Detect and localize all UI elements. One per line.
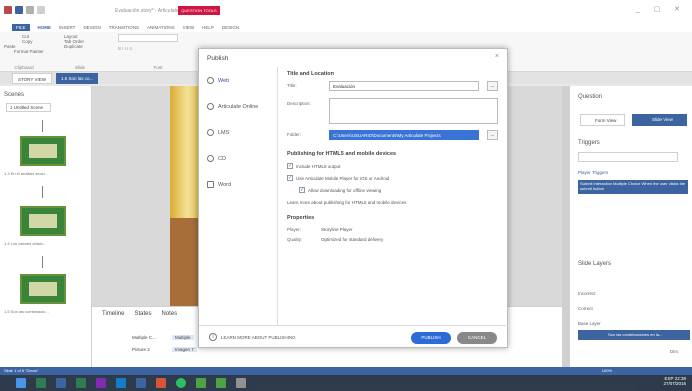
nav-word[interactable]: Word	[207, 181, 231, 188]
description-input[interactable]	[329, 98, 498, 124]
server-icon	[207, 129, 214, 136]
include-html5-checkbox[interactable]: ✓ Include HTML5 output	[287, 163, 340, 169]
nav-articulate-online[interactable]: Articulate Online	[207, 103, 258, 110]
publish-dialog: Publish × Web Articulate Online LMS CD W…	[198, 48, 509, 349]
properties-heading: Properties	[287, 215, 315, 221]
title-location-heading: Title and Location	[287, 71, 334, 77]
checkbox-label: Allow downloading for offline viewing	[308, 187, 382, 193]
dialog-title: Publish	[207, 55, 229, 62]
nav-lms[interactable]: LMS	[207, 129, 229, 136]
folder-browse-button[interactable]: ...	[487, 130, 498, 140]
document-icon	[207, 181, 214, 188]
learn-more-publishing-link[interactable]: i LEARN MORE ABOUT PUBLISHING	[209, 333, 296, 341]
folder-input[interactable]: C:\Users\USUARIO\Documents\My Articulate…	[329, 130, 479, 140]
player-value-link[interactable]: Storyline Player	[321, 227, 353, 232]
allow-download-checkbox[interactable]: ✓ Allow downloading for offline viewing	[299, 187, 381, 193]
globe-icon	[207, 77, 214, 84]
checkbox-checked: ✓	[287, 175, 293, 181]
nav-web[interactable]: Web	[207, 77, 229, 84]
title-browse-button[interactable]: ...	[487, 81, 498, 91]
folder-label: Folder:	[287, 132, 302, 137]
disc-icon	[207, 155, 214, 162]
nav-label: Articulate Online	[218, 103, 259, 110]
nav-label: LMS	[218, 129, 230, 136]
html5-heading: Publishing for HTML5 and mobile devices	[287, 151, 397, 157]
description-label: Description:	[287, 101, 311, 106]
quality-value-link[interactable]: Optimized for standard delivery	[321, 237, 383, 242]
nav-cd[interactable]: CD	[207, 155, 226, 162]
nav-label: CD	[218, 155, 226, 162]
close-icon[interactable]: ×	[495, 53, 499, 60]
checkbox-label: Use Articulate Mobile Player for iOS or …	[296, 175, 390, 181]
checkbox-checked: ✓	[287, 163, 293, 169]
player-label: Player:	[287, 227, 302, 232]
cancel-button[interactable]: CANCEL	[457, 332, 497, 344]
learn-more-label: LEARN MORE ABOUT PUBLISHING	[221, 334, 296, 340]
title-input[interactable]: Evaluación	[329, 81, 479, 91]
nav-label: Web	[218, 77, 230, 84]
nav-label: Word	[218, 181, 232, 188]
publish-button[interactable]: PUBLISH	[411, 332, 451, 344]
dialog-footer: i LEARN MORE ABOUT PUBLISHING PUBLISH CAN…	[199, 325, 509, 349]
checkbox-label: Include HTML5 output	[296, 163, 341, 169]
learn-more-html5-link[interactable]: Learn more about publishing for HTML5 an…	[287, 200, 406, 205]
mobile-player-checkbox[interactable]: ✓ Use Articulate Mobile Player for iOS or…	[287, 175, 389, 181]
cloud-icon	[207, 103, 214, 110]
info-icon: i	[209, 333, 217, 341]
publish-settings: Title and Location Title: Evaluación ...…	[287, 71, 502, 321]
quality-label: Quality:	[287, 237, 303, 242]
title-label: Title:	[287, 83, 297, 88]
checkbox-checked: ✓	[299, 187, 305, 193]
publish-target-nav: Web Articulate Online LMS CD Word	[199, 67, 278, 325]
